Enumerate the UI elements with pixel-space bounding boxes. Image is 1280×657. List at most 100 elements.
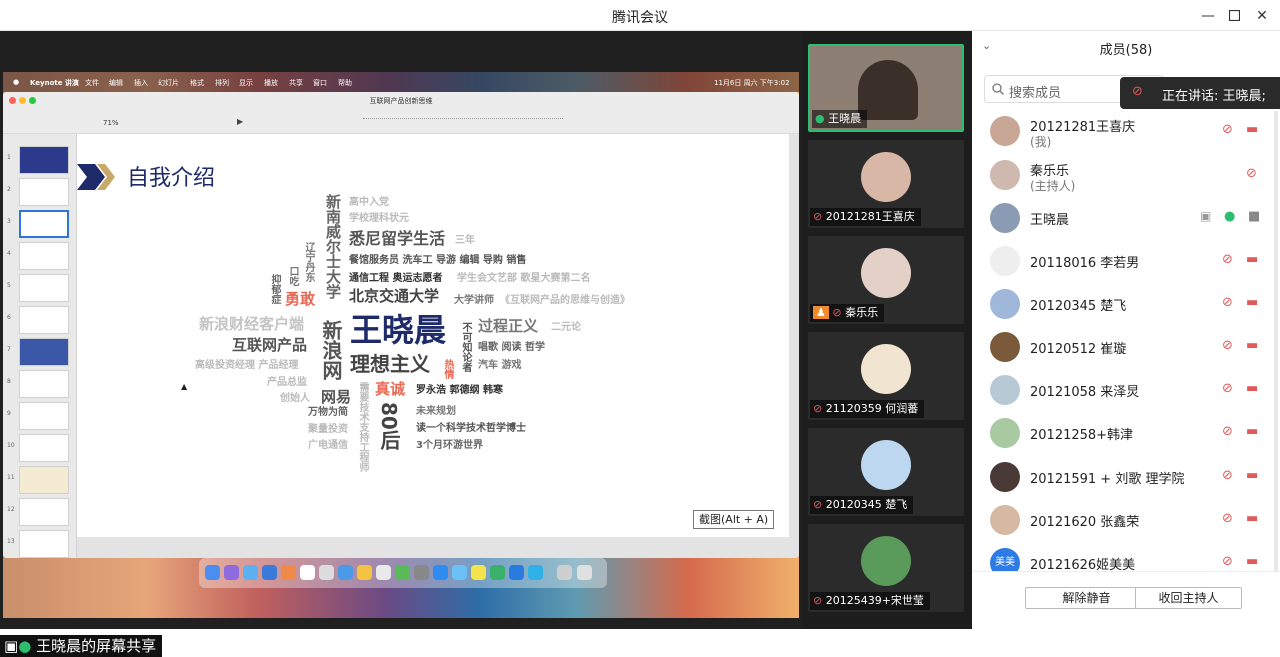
- avatar: 美美: [990, 548, 1020, 572]
- word: 学生会文艺部 歌星大赛第二名: [457, 273, 591, 284]
- word: 广电通信: [308, 440, 348, 451]
- mic-muted-icon[interactable]: ⊘: [1222, 381, 1238, 397]
- camera-off-icon[interactable]: ▬: [1246, 554, 1262, 570]
- member-row[interactable]: 20121258+韩津 ⊘ ▬: [972, 412, 1280, 452]
- member-row[interactable]: 20120345 楚飞 ⊘ ▬: [972, 283, 1280, 323]
- slide-number: 13: [7, 538, 15, 545]
- word: 聚量投资: [308, 424, 348, 435]
- minimize-icon[interactable]: —: [1198, 6, 1218, 26]
- word: 通信工程 奥运志愿者: [349, 273, 443, 284]
- maximize-icon[interactable]: [1224, 6, 1244, 26]
- menubar-item: 播放: [264, 79, 278, 87]
- video-tile[interactable]: ● 王晓晨: [808, 44, 964, 132]
- member-row[interactable]: 美美 20121626姬美美 ⊘ ▬: [972, 542, 1280, 572]
- mic-muted-icon[interactable]: ⊘: [1222, 252, 1238, 268]
- word: 读一个科学技术哲学博士: [416, 423, 526, 434]
- finder-icon: [205, 565, 220, 580]
- menubar-item: 插入: [134, 79, 148, 87]
- window-title: 腾讯会议: [612, 10, 668, 26]
- camera-icon[interactable]: ■: [1248, 209, 1264, 225]
- share-label: ▣● 王晓晨的屏幕共享: [0, 635, 163, 657]
- video-tile[interactable]: ♟ ⊘ 秦乐乐: [808, 236, 964, 324]
- word: 需要技术支持工程师: [357, 382, 368, 472]
- screen-share-area: ● Keynote 讲演 文件 编辑 插入 幻灯片 格式 排列 显示 播放 共享…: [0, 31, 802, 657]
- mic-muted-icon[interactable]: ⊘: [1222, 511, 1238, 527]
- photos-icon: [281, 565, 296, 580]
- word: 唱歌 阅读 哲学: [478, 342, 545, 353]
- avatar: [990, 246, 1020, 276]
- slide-thumb: [19, 402, 69, 430]
- camera-off-icon[interactable]: ▬: [1246, 252, 1262, 268]
- member-name: 20120512 崔璇: [1030, 342, 1127, 357]
- menubar-item: 格式: [190, 79, 204, 87]
- video-tile[interactable]: ⊘ 20120345 楚飞: [808, 428, 964, 516]
- member-name: 20121626姬美美: [1030, 558, 1136, 572]
- word: 过程正义: [478, 317, 539, 335]
- menubar-item: Keynote 讲演: [30, 79, 79, 87]
- avatar: [990, 116, 1020, 146]
- mic-on-icon: ●: [815, 112, 825, 125]
- word: 大学讲师: [454, 295, 494, 306]
- mic-on-icon[interactable]: ●: [1224, 209, 1240, 225]
- member-row[interactable]: 秦乐乐 (主持人) ⊘: [972, 154, 1280, 194]
- avatar: [861, 536, 911, 586]
- mic-muted-icon[interactable]: ⊘: [1246, 166, 1262, 182]
- camera-off-icon[interactable]: ▬: [1246, 468, 1262, 484]
- camera-off-icon[interactable]: ▬: [1246, 511, 1262, 527]
- mic-muted-icon[interactable]: ⊘: [1222, 424, 1238, 440]
- video-tile[interactable]: ⊘ 20121281王喜庆: [808, 140, 964, 228]
- menubar-item: 窗口: [313, 79, 327, 87]
- word: 创始人: [280, 393, 310, 404]
- pages-icon: [376, 565, 391, 580]
- member-role: (主持人): [1030, 179, 1076, 193]
- screen-icon: ▣: [4, 637, 19, 655]
- camera-off-icon[interactable]: ▬: [1246, 381, 1262, 397]
- mic-muted-icon[interactable]: ⊘: [1222, 554, 1238, 570]
- search-placeholder: 搜索成员: [1009, 86, 1062, 101]
- camera-off-icon[interactable]: ▬: [1246, 122, 1262, 138]
- camera-off-icon[interactable]: ▬: [1246, 295, 1262, 311]
- reclaim-host-button[interactable]: 收回主持人: [1135, 587, 1242, 609]
- close-icon[interactable]: ✕: [1252, 6, 1272, 26]
- video-tile[interactable]: ⊘ 20125439+宋世莹: [808, 524, 964, 612]
- member-row[interactable]: 20118016 李若男 ⊘ ▬: [972, 240, 1280, 280]
- member-row[interactable]: 20120512 崔璇 ⊘ ▬: [972, 326, 1280, 366]
- member-row[interactable]: 20121281王喜庆 (我) ⊘ ▬: [972, 110, 1280, 150]
- member-name: 20120345 楚飞: [1030, 299, 1127, 314]
- mic-muted-icon[interactable]: ⊘: [1222, 122, 1238, 138]
- shared-mac-desktop: ● Keynote 讲演 文件 编辑 插入 幻灯片 格式 排列 显示 播放 共享…: [3, 72, 799, 618]
- member-row[interactable]: 王晓晨 ▣ ● ■: [972, 197, 1280, 237]
- word: 未来规划: [416, 406, 456, 417]
- avatar: [990, 203, 1020, 233]
- keynote-doc-title: 互联网产品创新思维: [369, 97, 433, 105]
- video-tile[interactable]: ⊘ 21120359 何润蕃: [808, 332, 964, 420]
- slide-thumb: [19, 274, 69, 302]
- video-name-label: ⊘ 21120359 何润蕃: [810, 400, 925, 418]
- notes-icon: [319, 565, 334, 580]
- camera-off-icon[interactable]: ▬: [1246, 338, 1262, 354]
- slide-thumb: [19, 498, 69, 526]
- participant-name: 20121281王喜庆: [825, 210, 915, 223]
- current-slide: 自我介绍 高中入党 学校理科状元 悉尼留学生活 三年 新南威尔士大学 辽宁丹东 …: [77, 134, 789, 537]
- slide-title: 自我介绍: [127, 166, 216, 191]
- member-row[interactable]: 20121591 + 刘歌 理学院 ⊘ ▬: [972, 456, 1280, 496]
- mic-muted-icon[interactable]: ⊘: [1222, 295, 1238, 311]
- unmute-all-button[interactable]: 解除静音: [1025, 587, 1148, 609]
- slide-number: 2: [7, 186, 11, 193]
- mic-muted-icon: ⊘: [813, 594, 823, 607]
- slide-number: 5: [7, 282, 11, 289]
- wechat-icon: [490, 565, 505, 580]
- word: 口吃: [287, 266, 298, 286]
- mic-muted-icon[interactable]: ⊘: [1222, 338, 1238, 354]
- member-row[interactable]: 20121058 来泽炅 ⊘ ▬: [972, 369, 1280, 409]
- mic-muted-icon[interactable]: ⊘: [1222, 468, 1238, 484]
- speaking-indicator: ⊘ 正在讲话: 王晓晨;: [1120, 77, 1280, 109]
- slide-number: 8: [7, 378, 11, 385]
- screen-share-icon: ▣: [1200, 209, 1212, 223]
- camera-off-icon[interactable]: ▬: [1246, 424, 1262, 440]
- mouse-cursor-icon: ▲: [181, 382, 188, 391]
- tencent-meeting-icon: [433, 565, 448, 580]
- member-row[interactable]: 20121620 张鑫荣 ⊘ ▬: [972, 499, 1280, 539]
- members-scrollbar[interactable]: [1274, 111, 1278, 571]
- menubar-item: 共享: [289, 79, 303, 87]
